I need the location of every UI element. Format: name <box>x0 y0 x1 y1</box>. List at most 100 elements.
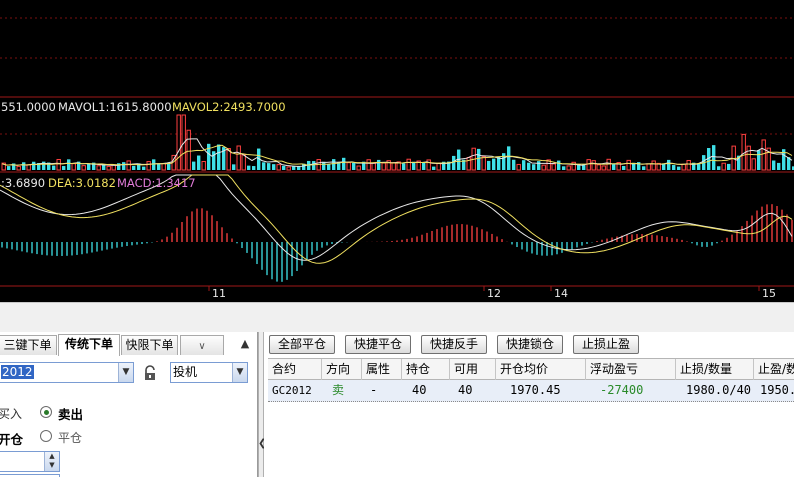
table-row[interactable]: GC2012 卖 - 40 40 1970.45 -27400 1980.0/4… <box>268 380 794 402</box>
volume-bar <box>292 166 296 170</box>
volume-bar <box>626 159 631 171</box>
contract-select[interactable]: 2012 ▼ <box>0 362 134 383</box>
volume-bar <box>342 157 346 170</box>
volume-bar <box>562 166 566 170</box>
sell-radio[interactable] <box>40 406 52 418</box>
volume-bar <box>322 161 326 170</box>
volume-bar <box>32 161 36 170</box>
hedge-select[interactable]: 投机 ▼ <box>170 362 248 383</box>
volume-bar <box>176 114 181 171</box>
volume-bar <box>247 165 251 170</box>
lock-icon[interactable] <box>142 365 158 381</box>
stop-loss-profit-button[interactable]: 止损止盈 <box>573 335 639 354</box>
volume-bar <box>42 161 46 170</box>
volume-bar <box>67 159 71 170</box>
volume-bar <box>717 166 721 170</box>
diff-value: :3.6890 <box>1 176 46 190</box>
volume-bar <box>62 166 66 170</box>
volume-bar <box>516 163 521 171</box>
panel-divider[interactable] <box>0 302 794 332</box>
volume-bar <box>557 160 561 170</box>
volume-bar <box>81 165 86 171</box>
volume-bar <box>436 162 441 171</box>
volume-bar <box>527 162 531 170</box>
volume-bar <box>152 159 156 170</box>
volume-bar <box>596 164 601 171</box>
volume-bar <box>502 153 506 170</box>
volume-bar <box>272 164 276 170</box>
chevron-down-icon[interactable]: ▼ <box>118 363 133 382</box>
col-direction[interactable]: 方向 <box>322 359 362 380</box>
volume-bar <box>241 154 246 171</box>
col-contract[interactable]: 合约 <box>268 359 322 380</box>
quantity-stepper[interactable]: ▲ ▼ <box>0 451 60 472</box>
collapse-up-icon[interactable]: ▲ <box>238 337 252 351</box>
chevron-down-icon[interactable]: ▼ <box>232 363 247 382</box>
quick-reverse-button[interactable]: 快捷反手 <box>421 335 487 354</box>
col-avg-price[interactable]: 开仓均价 <box>496 359 586 380</box>
tab-three-key-order[interactable]: 三键下单 <box>0 335 57 355</box>
volume-bar <box>406 158 411 171</box>
date-tick-label: 14 <box>554 287 568 300</box>
volume-bar <box>371 162 376 171</box>
volume-bar <box>667 159 671 170</box>
volume-bar <box>282 165 286 170</box>
col-avail[interactable]: 可用 <box>450 359 496 380</box>
volume-bar <box>601 165 606 171</box>
volume-bar <box>267 163 271 170</box>
kline-chart[interactable]: 11 12 14 15 <box>0 0 794 302</box>
volume-bar <box>606 158 611 171</box>
volume-bar <box>512 159 516 170</box>
col-hold[interactable]: 持仓 <box>402 359 450 380</box>
sell-label[interactable]: 卖出 <box>58 404 83 423</box>
volume-bar <box>532 164 536 170</box>
volume-bar <box>146 161 151 171</box>
volume-bar <box>366 159 371 171</box>
volume-bar <box>96 165 101 171</box>
col-pnl[interactable]: 浮动盈亏 <box>586 359 676 380</box>
volume-bar <box>236 145 241 171</box>
close-label[interactable]: 平仓 <box>58 429 82 446</box>
volume-bar <box>537 161 541 170</box>
volume-bar <box>167 163 171 170</box>
chevron-down-icon: ∨ <box>198 341 206 352</box>
volume-bar <box>566 165 571 171</box>
volume-bar <box>232 164 236 170</box>
volume-bar <box>132 165 136 170</box>
volume-bar <box>391 162 396 171</box>
chart-area[interactable]: 11 12 14 15 551.0000 MAVOL1:1615.8000 MAVOL… <box>0 0 794 302</box>
col-stoploss[interactable]: 止损/数量 <box>676 359 754 380</box>
stepper-buttons[interactable]: ▲ ▼ <box>44 452 59 471</box>
cell-hold: 40 <box>412 383 427 397</box>
cell-attr: - <box>370 383 378 397</box>
volume-bar <box>586 159 591 171</box>
volume-bar <box>142 166 146 170</box>
macd-histogram <box>1 204 793 282</box>
volume-bar <box>757 150 761 170</box>
close-all-button[interactable]: 全部平仓 <box>269 335 335 354</box>
volume-bar <box>7 166 11 170</box>
volume-bar <box>122 162 126 170</box>
tab-more-button[interactable]: ∨ <box>180 335 224 355</box>
volume-bar <box>197 155 201 170</box>
col-takeprofit[interactable]: 止盈/数 <box>754 359 794 380</box>
tab-traditional-order[interactable]: 传统下单 <box>58 334 120 356</box>
close-radio[interactable] <box>40 430 52 442</box>
date-tick-label: 15 <box>762 287 776 300</box>
volume-ma-lines <box>1 138 793 167</box>
quick-close-button[interactable]: 快捷平仓 <box>345 335 411 354</box>
volume-bar <box>52 165 56 170</box>
volume-bar <box>541 164 546 171</box>
volume-ma-line <box>1 138 793 167</box>
cell-direction: 卖 <box>332 383 345 397</box>
volume-bar <box>161 162 166 171</box>
volume-bar <box>352 162 356 170</box>
col-attr[interactable]: 属性 <box>362 359 402 380</box>
volume-bar <box>551 163 556 171</box>
tab-fast-limit-order[interactable]: 快限下单 <box>121 335 178 355</box>
volume-bar <box>346 162 351 171</box>
volume-bar <box>522 160 526 170</box>
volume-bar <box>71 163 76 171</box>
volume-bar <box>356 165 361 171</box>
quick-lock-button[interactable]: 快捷锁仓 <box>497 335 563 354</box>
